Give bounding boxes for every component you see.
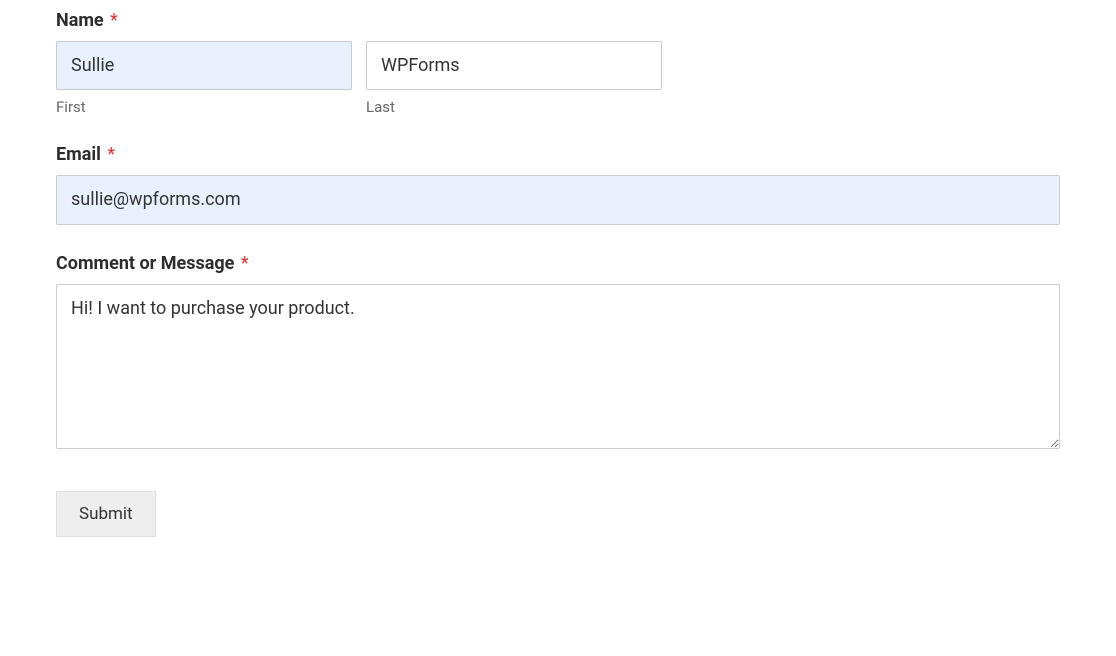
message-textarea[interactable]	[56, 284, 1060, 449]
required-asterisk-icon: *	[241, 253, 249, 274]
email-label-text: Email	[56, 144, 101, 165]
first-name-sublabel: First	[56, 98, 352, 116]
last-name-input[interactable]	[366, 41, 662, 90]
first-name-input[interactable]	[56, 41, 352, 90]
contact-form: Name * First Last Email * Comment or Mes…	[56, 10, 1060, 537]
required-asterisk-icon: *	[110, 10, 118, 31]
submit-button[interactable]: Submit	[56, 491, 156, 537]
last-name-col: Last	[366, 41, 662, 116]
email-field-group: Email *	[56, 144, 1060, 224]
message-label-text: Comment or Message	[56, 253, 234, 274]
name-label: Name *	[56, 10, 1060, 31]
name-label-text: Name	[56, 10, 104, 31]
required-asterisk-icon: *	[107, 144, 115, 165]
message-label: Comment or Message *	[56, 253, 1060, 274]
name-field-group: Name * First Last	[56, 10, 1060, 116]
last-name-sublabel: Last	[366, 98, 662, 116]
message-field-group: Comment or Message *	[56, 253, 1060, 453]
email-label: Email *	[56, 144, 1060, 165]
email-input[interactable]	[56, 175, 1060, 224]
first-name-col: First	[56, 41, 352, 116]
name-row: First Last	[56, 41, 1060, 116]
